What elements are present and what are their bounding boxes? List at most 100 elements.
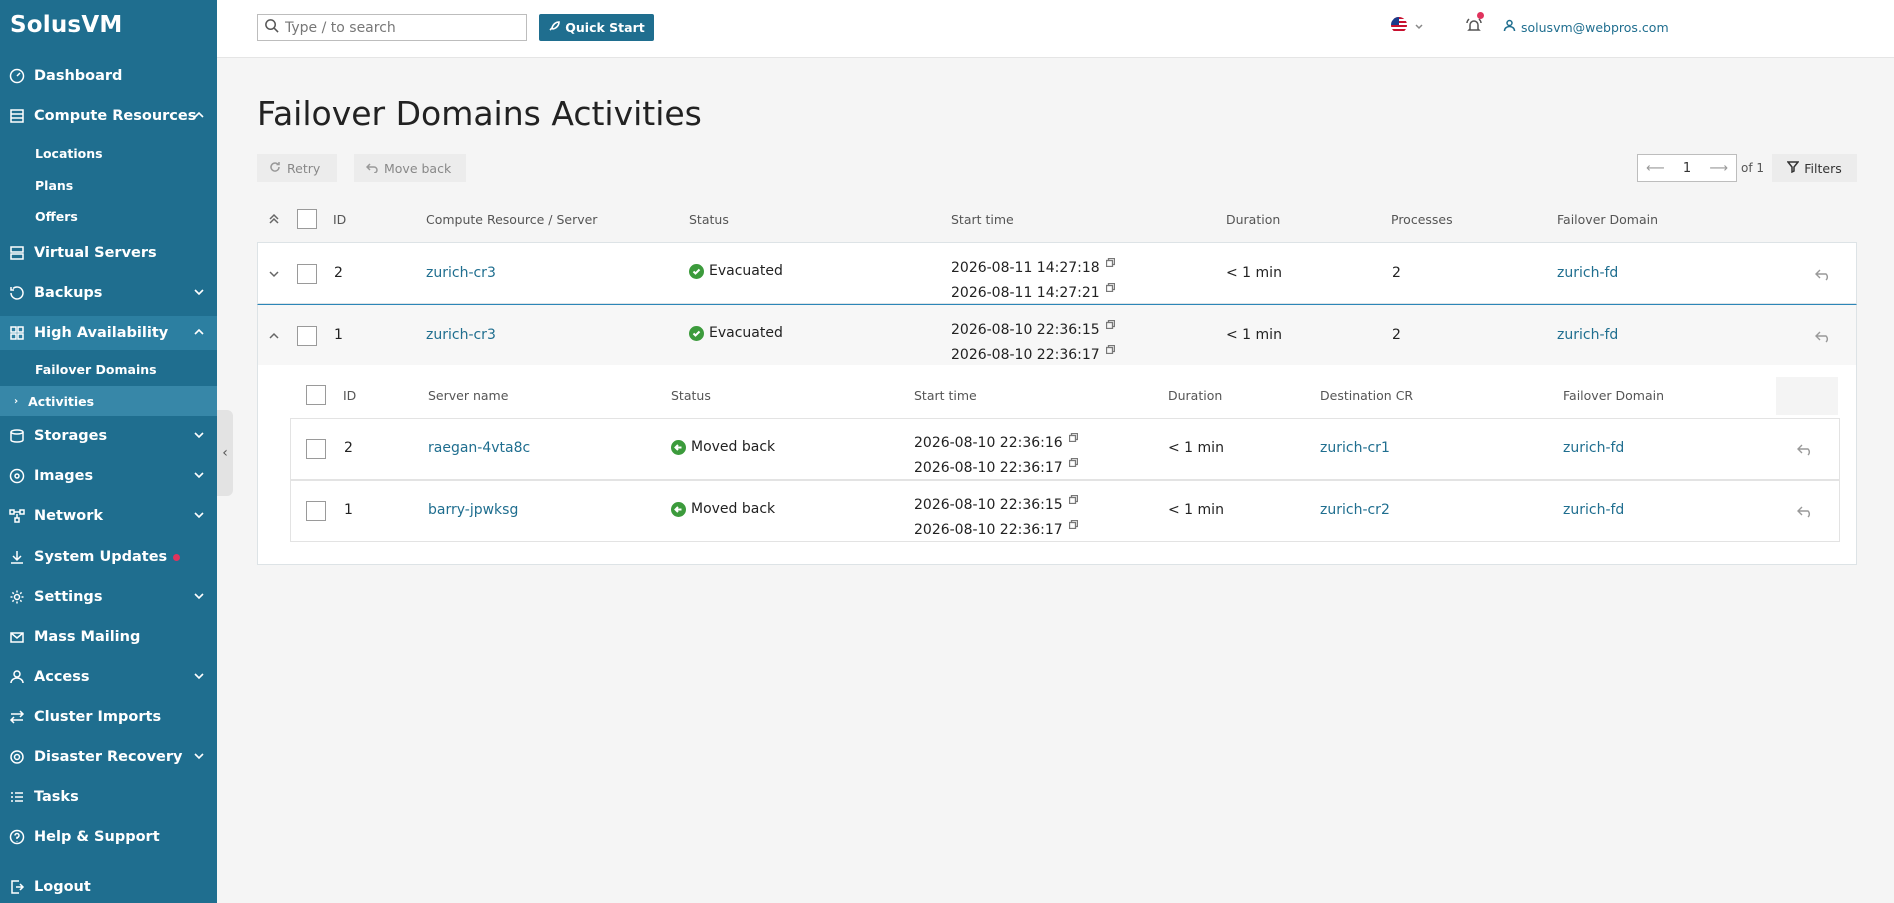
- failover-domain-link[interactable]: zurich-fd: [1563, 440, 1624, 456]
- chevron-down-icon: [193, 429, 205, 441]
- sidebar-item-locations[interactable]: Locations: [0, 138, 217, 168]
- filters-button[interactable]: Filters: [1772, 154, 1857, 182]
- language-flag-icon[interactable]: [1391, 17, 1407, 33]
- duration: < 1 min: [1168, 502, 1224, 518]
- nav-tasks[interactable]: Tasks: [0, 780, 217, 814]
- row-checkbox[interactable]: [297, 326, 317, 346]
- search-box[interactable]: [257, 14, 527, 41]
- user-icon: [1503, 19, 1521, 35]
- copy-icon[interactable]: [1068, 428, 1078, 443]
- arrow-right-icon[interactable]: ⟶: [1709, 161, 1728, 176]
- nav-help-support[interactable]: Help & Support: [0, 820, 217, 854]
- sidebar-item-offers[interactable]: Offers: [0, 201, 217, 231]
- grid-icon: [9, 325, 25, 341]
- update-badge: [173, 553, 181, 561]
- col-id: ID: [333, 212, 347, 227]
- failover-domain-link[interactable]: zurich-fd: [1563, 502, 1624, 518]
- copy-icon[interactable]: [1105, 340, 1115, 355]
- tasks-icon: [9, 789, 25, 805]
- nav-disaster-recovery[interactable]: Disaster Recovery: [0, 740, 217, 774]
- sidebar-item-activities[interactable]: › Activities: [0, 386, 217, 416]
- inner-col-start-time: Start time: [914, 388, 977, 403]
- pagination[interactable]: ⟵ 1 ⟶: [1637, 154, 1737, 182]
- inner-row-id: 1: [344, 502, 353, 518]
- server-name-link[interactable]: barry-jpwksg: [428, 502, 518, 518]
- copy-icon[interactable]: [1105, 253, 1115, 268]
- inner-col-destination-cr: Destination CR: [1320, 388, 1414, 403]
- user-menu[interactable]: solusvm@webpros.com: [1503, 19, 1669, 35]
- nav-storages[interactable]: Storages: [0, 419, 217, 453]
- logout-icon: [9, 879, 25, 895]
- inner-select-all-checkbox[interactable]: [306, 385, 326, 405]
- destination-cr-link[interactable]: zurich-cr1: [1320, 440, 1390, 456]
- chevron-up-icon[interactable]: [268, 330, 280, 342]
- refresh-icon: [269, 161, 287, 176]
- swap-icon: [9, 709, 25, 725]
- search-input[interactable]: [285, 19, 515, 36]
- nav-compute-resources[interactable]: Compute Resources: [0, 99, 217, 133]
- copy-icon[interactable]: [1105, 315, 1115, 330]
- logo[interactable]: SolusVM: [10, 12, 122, 38]
- expand-all-icon[interactable]: [268, 213, 280, 225]
- chevron-down-icon[interactable]: [1414, 20, 1424, 30]
- undo-icon[interactable]: [1797, 442, 1813, 456]
- failover-domain-link[interactable]: zurich-fd: [1557, 265, 1618, 281]
- sidebar-item-failover-domains[interactable]: Failover Domains: [0, 354, 217, 384]
- arrow-left-icon[interactable]: ⟵: [1646, 161, 1665, 176]
- notifications-icon[interactable]: [1465, 17, 1483, 35]
- nav-cluster-imports[interactable]: Cluster Imports: [0, 700, 217, 734]
- undo-icon[interactable]: [1797, 504, 1813, 518]
- nav-dashboard[interactable]: Dashboard: [0, 59, 217, 93]
- inner-row-checkbox[interactable]: [306, 439, 326, 459]
- chevron-down-icon: [193, 590, 205, 602]
- server-name-link[interactable]: raegan-4vta8c: [428, 440, 530, 456]
- inner-col-server-name: Server name: [428, 388, 509, 403]
- chevron-down-icon[interactable]: [268, 268, 280, 280]
- status-badge: Evacuated: [689, 263, 783, 279]
- inner-row-checkbox[interactable]: [306, 501, 326, 521]
- page-title: Failover Domains Activities: [257, 94, 702, 133]
- select-all-checkbox[interactable]: [297, 209, 317, 229]
- copy-icon[interactable]: [1068, 453, 1078, 468]
- nav-settings[interactable]: Settings: [0, 580, 217, 614]
- status-badge: Moved back: [671, 501, 775, 517]
- quick-start-button[interactable]: Quick Start: [539, 14, 654, 41]
- copy-icon[interactable]: [1105, 278, 1115, 293]
- server-link[interactable]: zurich-cr3: [426, 327, 496, 343]
- help-icon: [9, 829, 25, 845]
- start-time: 2026-08-10 22:36:16 2026-08-10 22:36:17: [914, 428, 1078, 478]
- nav-access[interactable]: Access: [0, 660, 217, 694]
- copy-icon[interactable]: [1068, 490, 1078, 505]
- failover-domain-link[interactable]: zurich-fd: [1557, 327, 1618, 343]
- retry-button[interactable]: Retry: [257, 154, 337, 182]
- nav-images[interactable]: Images: [0, 459, 217, 493]
- network-icon: [9, 508, 25, 524]
- chevron-down-icon: [193, 286, 205, 298]
- dashboard-icon: [9, 68, 25, 84]
- undo-icon[interactable]: [1815, 329, 1831, 343]
- duration: < 1 min: [1168, 440, 1224, 456]
- start-time: 2026-08-10 22:36:15 2026-08-10 22:36:17: [951, 315, 1115, 365]
- server-link[interactable]: zurich-cr3: [426, 265, 496, 281]
- nav-network[interactable]: Network: [0, 499, 217, 533]
- row-checkbox[interactable]: [297, 264, 317, 284]
- nav-high-availability[interactable]: High Availability: [0, 316, 217, 350]
- nav-virtual-servers[interactable]: Virtual Servers: [0, 236, 217, 270]
- copy-icon[interactable]: [1068, 515, 1078, 530]
- undo-icon[interactable]: [1815, 267, 1831, 281]
- chevron-up-icon: [193, 109, 205, 121]
- sidebar-collapse-handle[interactable]: ‹: [217, 410, 233, 496]
- nav-mass-mailing[interactable]: Mass Mailing: [0, 620, 217, 654]
- nav-system-updates[interactable]: System Updates: [0, 540, 217, 574]
- page-number[interactable]: 1: [1683, 161, 1691, 176]
- nav-logout[interactable]: Logout: [0, 870, 217, 903]
- mail-icon: [9, 629, 25, 645]
- nav-backups[interactable]: Backups: [0, 276, 217, 310]
- sidebar-item-plans[interactable]: Plans: [0, 170, 217, 200]
- col-compute-resource: Compute Resource / Server: [426, 212, 598, 227]
- chevron-down-icon: [193, 750, 205, 762]
- server-icon: [9, 245, 25, 261]
- move-back-button[interactable]: Move back: [354, 154, 466, 182]
- row-id: 2: [334, 265, 343, 281]
- destination-cr-link[interactable]: zurich-cr2: [1320, 502, 1390, 518]
